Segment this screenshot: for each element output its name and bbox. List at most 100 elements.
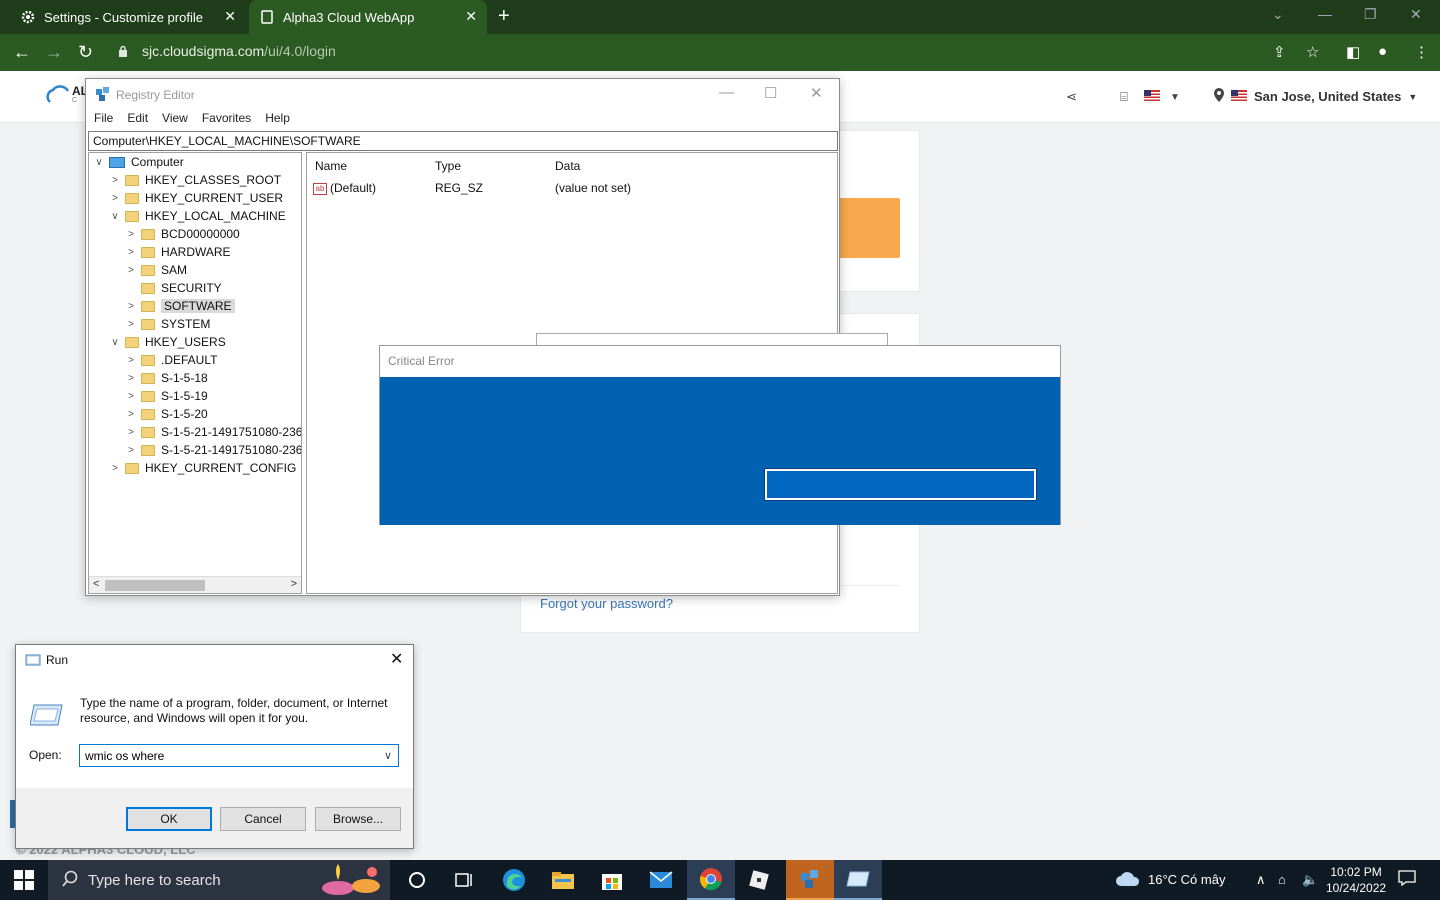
critical-error-button[interactable] bbox=[764, 468, 1037, 501]
browse-button[interactable]: Browse... bbox=[315, 807, 401, 831]
registry-titlebar[interactable]: Registry Editor — ☐ ✕ bbox=[86, 79, 839, 109]
profile-icon[interactable]: ● bbox=[1378, 43, 1387, 60]
chevron-right-icon[interactable]: > bbox=[125, 301, 137, 312]
notification-icon[interactable] bbox=[1398, 870, 1416, 889]
tree-node[interactable]: ∨ HKEY_USERS bbox=[109, 333, 225, 351]
tab-search-icon[interactable]: ⌄ bbox=[1272, 6, 1284, 23]
close-icon[interactable]: ✕ bbox=[390, 649, 403, 669]
sidepanel-icon[interactable]: ◧ bbox=[1346, 43, 1360, 61]
chevron-right-icon[interactable]: > bbox=[109, 463, 121, 474]
tree-node[interactable]: > S-1-5-18 bbox=[125, 369, 208, 387]
tree-node[interactable]: > HKEY_CLASSES_ROOT bbox=[109, 171, 281, 189]
weather-cloud-icon[interactable] bbox=[1114, 869, 1142, 892]
column-header-type[interactable]: Type bbox=[435, 159, 461, 173]
close-icon[interactable]: ✕ bbox=[810, 84, 823, 102]
chevron-down-icon[interactable]: ∨ bbox=[109, 337, 121, 348]
run-taskbar-icon[interactable] bbox=[834, 860, 882, 900]
chevron-down-icon[interactable]: ▼ bbox=[1170, 92, 1180, 103]
chevron-right-icon[interactable]: > bbox=[125, 229, 137, 240]
tree-node[interactable]: > S-1-5-20 bbox=[125, 405, 208, 423]
windows-start-icon[interactable] bbox=[14, 870, 34, 893]
menu-help[interactable]: Help bbox=[265, 111, 290, 129]
chevron-right-icon[interactable]: > bbox=[125, 391, 137, 402]
language-flag-icon[interactable] bbox=[1144, 89, 1160, 104]
horizontal-scrollbar[interactable]: < > bbox=[89, 576, 301, 593]
store-icon[interactable] bbox=[598, 866, 626, 894]
chevron-right-icon[interactable]: > bbox=[125, 445, 137, 456]
share-nodes-icon[interactable]: ⋖ bbox=[1066, 89, 1077, 105]
chevron-down-icon[interactable]: ∨ bbox=[93, 157, 105, 168]
tab-alpha3[interactable]: Alpha3 Cloud WebApp ✕ bbox=[249, 0, 487, 34]
chevron-right-icon[interactable]: > bbox=[125, 247, 137, 258]
menu-file[interactable]: File bbox=[94, 111, 113, 129]
chevron-down-icon[interactable]: ∨ bbox=[109, 211, 121, 222]
tree-node[interactable]: > S-1-5-21-1491751080-2360 bbox=[125, 441, 301, 459]
chevron-right-icon[interactable]: > bbox=[125, 409, 137, 420]
open-input[interactable] bbox=[79, 744, 399, 767]
scroll-thumb[interactable] bbox=[105, 580, 205, 591]
tree-node[interactable]: > HARDWARE bbox=[125, 243, 230, 261]
tree-node[interactable]: > HKEY_CURRENT_CONFIG bbox=[109, 459, 296, 477]
taskbar-clock[interactable]: 10:02 PM 10/24/2022 bbox=[1326, 864, 1386, 896]
maximize-icon[interactable]: ☐ bbox=[764, 84, 777, 102]
tree-node[interactable]: ∨ Computer bbox=[93, 153, 183, 171]
registry-editor-taskbar-icon[interactable] bbox=[786, 860, 834, 900]
cancel-button[interactable]: Cancel bbox=[220, 807, 306, 831]
value-row-name[interactable]: ab (Default) bbox=[313, 181, 376, 195]
chevron-right-icon[interactable]: > bbox=[125, 427, 137, 438]
mail-icon[interactable] bbox=[647, 866, 675, 894]
forward-icon[interactable]: → bbox=[45, 42, 63, 63]
scroll-left-icon[interactable]: < bbox=[93, 578, 99, 590]
registry-tree[interactable]: ∨ Computer > HKEY_CLASSES_ROOT > HKEY_CURRENT… bbox=[88, 152, 302, 594]
chevron-right-icon[interactable]: > bbox=[125, 373, 137, 384]
menu-edit[interactable]: Edit bbox=[127, 111, 148, 129]
tree-node[interactable]: > HKEY_CURRENT_USER bbox=[109, 189, 283, 207]
reload-icon[interactable]: ↻ bbox=[78, 42, 93, 63]
column-header-name[interactable]: Name bbox=[315, 159, 347, 173]
translate-icon[interactable]: ⌸ bbox=[1120, 89, 1128, 105]
roblox-icon[interactable] bbox=[745, 866, 773, 894]
column-header-data[interactable]: Data bbox=[555, 159, 580, 173]
file-explorer-icon[interactable] bbox=[549, 866, 577, 894]
minimize-icon[interactable]: — bbox=[719, 84, 734, 101]
close-window-icon[interactable]: ✕ bbox=[1410, 6, 1422, 23]
network-icon[interactable]: ⌂ bbox=[1278, 872, 1286, 887]
scroll-right-icon[interactable]: > bbox=[291, 578, 297, 590]
chevron-up-icon[interactable]: ∧ bbox=[1256, 872, 1266, 888]
close-tab-icon[interactable]: ✕ bbox=[224, 8, 236, 25]
star-icon[interactable]: ☆ bbox=[1306, 43, 1319, 61]
site-logo[interactable]: AL C bbox=[44, 82, 88, 115]
minimize-icon[interactable]: — bbox=[1318, 6, 1332, 22]
menu-view[interactable]: View bbox=[162, 111, 188, 129]
tree-node[interactable]: > SYSTEM bbox=[125, 315, 210, 333]
tree-node[interactable]: > S-1-5-19 bbox=[125, 387, 208, 405]
back-icon[interactable]: ← bbox=[13, 42, 31, 63]
close-tab-icon[interactable]: ✕ bbox=[465, 8, 477, 25]
registry-path-bar[interactable]: Computer\HKEY_LOCAL_MACHINE\SOFTWARE bbox=[88, 131, 838, 151]
new-tab-button[interactable]: + bbox=[498, 5, 510, 28]
login-button-partial[interactable] bbox=[836, 198, 900, 258]
chevron-right-icon[interactable]: > bbox=[125, 265, 137, 276]
location-selector[interactable]: San Jose, United States ▼ bbox=[1214, 88, 1417, 105]
chevron-right-icon[interactable]: > bbox=[109, 175, 121, 186]
chrome-icon[interactable] bbox=[687, 860, 735, 900]
cortana-icon[interactable] bbox=[403, 866, 431, 894]
tree-node[interactable]: > .DEFAULT bbox=[125, 351, 217, 369]
share-icon[interactable]: ⇪ bbox=[1273, 43, 1286, 61]
tree-node[interactable]: SECURITY bbox=[125, 279, 222, 297]
tree-node[interactable]: ∨ HKEY_LOCAL_MACHINE bbox=[109, 207, 285, 225]
menu-icon[interactable]: ⋮ bbox=[1414, 43, 1429, 61]
edge-icon[interactable] bbox=[500, 866, 528, 894]
weather-text[interactable]: 16°C Có mây bbox=[1148, 872, 1225, 887]
tree-node[interactable]: > SAM bbox=[125, 261, 187, 279]
tree-node[interactable]: > SOFTWARE bbox=[125, 297, 235, 315]
chevron-right-icon[interactable]: > bbox=[125, 355, 137, 366]
task-view-icon[interactable] bbox=[450, 866, 478, 894]
taskbar-search[interactable]: Type here to search bbox=[48, 860, 390, 900]
chevron-right-icon[interactable]: > bbox=[109, 193, 121, 204]
lock-icon[interactable] bbox=[118, 45, 128, 61]
restore-icon[interactable]: ❐ bbox=[1364, 6, 1377, 23]
tree-node[interactable]: > S-1-5-21-1491751080-2360 bbox=[125, 423, 301, 441]
ok-button[interactable]: OK bbox=[126, 807, 212, 831]
tree-node[interactable]: > BCD00000000 bbox=[125, 225, 240, 243]
